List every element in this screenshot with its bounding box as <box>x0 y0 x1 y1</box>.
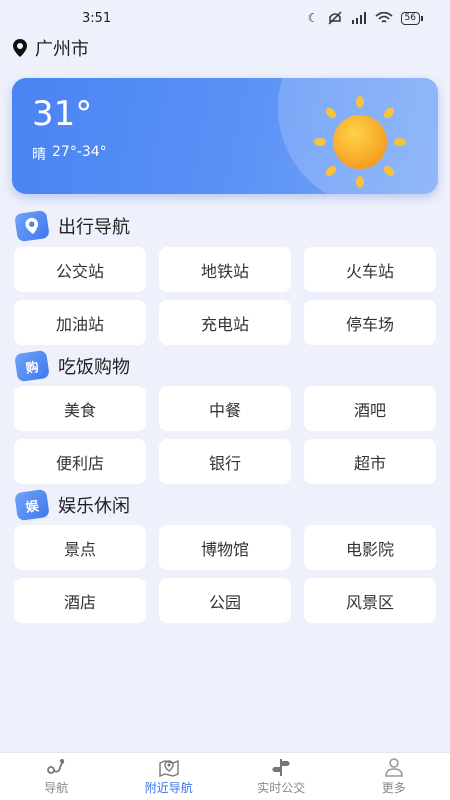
city-name: 广州市 <box>35 39 89 60</box>
section-travel-header: 出行导航 <box>14 209 130 243</box>
tab-label: 附近导航 <box>144 781 193 795</box>
category-bank[interactable]: 银行 <box>159 439 291 484</box>
map-location-icon <box>159 759 179 777</box>
category-train-station[interactable]: 火车站 <box>304 247 436 292</box>
entertainment-grid: 景点 博物馆 电影院 酒店 公园 风景区 <box>14 525 436 623</box>
category-subway-station[interactable]: 地铁站 <box>159 247 291 292</box>
location-pin-icon <box>13 39 27 57</box>
category-scenic-area[interactable]: 风景区 <box>304 578 436 623</box>
route-icon <box>47 759 65 774</box>
status-icons: ☾ 56 <box>307 11 424 25</box>
sun-icon <box>314 96 406 188</box>
bottom-tab-bar: 导航 附近导航 实时公交 更多 <box>0 752 450 800</box>
map-pin-glyph <box>25 217 38 235</box>
category-attractions[interactable]: 景点 <box>14 525 146 570</box>
travel-grid: 公交站 地铁站 火车站 加油站 充电站 停车场 <box>14 247 436 345</box>
battery-icon: 56 <box>400 11 424 25</box>
section-entertainment-header: 娱 娱乐休闲 <box>14 488 130 522</box>
category-hotel[interactable]: 酒店 <box>14 578 146 623</box>
wifi-icon <box>375 11 393 23</box>
shopping-badge-icon: 购 <box>14 349 50 383</box>
tab-more[interactable]: 更多 <box>349 757 439 796</box>
category-museum[interactable]: 博物馆 <box>159 525 291 570</box>
category-parking[interactable]: 停车场 <box>304 300 436 345</box>
tab-realtime-bus[interactable]: 实时公交 <box>236 757 326 796</box>
category-bus-stop[interactable]: 公交站 <box>14 247 146 292</box>
tab-label: 导航 <box>44 781 69 795</box>
tab-label: 更多 <box>381 781 406 795</box>
category-supermarket[interactable]: 超市 <box>304 439 436 484</box>
temperature-range: 27°-34° <box>52 144 107 160</box>
category-charging-station[interactable]: 充电站 <box>159 300 291 345</box>
weather-condition: 晴 27°-34° <box>32 144 107 164</box>
current-temperature: 31° <box>32 94 93 134</box>
category-bar[interactable]: 酒吧 <box>304 386 436 431</box>
weather-condition-text: 晴 <box>32 147 46 163</box>
category-park[interactable]: 公园 <box>159 578 291 623</box>
category-food[interactable]: 美食 <box>14 386 146 431</box>
status-time: 3:51 <box>82 10 112 26</box>
signal-icon <box>351 12 366 24</box>
map-pin-badge-icon <box>14 209 50 243</box>
tab-navigation[interactable]: 导航 <box>11 757 101 796</box>
tab-nearby[interactable]: 附近导航 <box>124 757 214 796</box>
weather-card[interactable]: 31° 晴 27°-34° <box>12 78 438 194</box>
section-title: 吃饭购物 <box>58 357 130 378</box>
section-food-shopping-header: 购 吃饭购物 <box>14 349 130 383</box>
moon-icon: ☾ <box>307 11 319 25</box>
food-shopping-grid: 美食 中餐 酒吧 便利店 银行 超市 <box>14 386 436 484</box>
signpost-icon <box>272 759 291 776</box>
section-title: 娱乐休闲 <box>58 496 130 517</box>
tab-label: 实时公交 <box>257 781 306 795</box>
category-convenience-store[interactable]: 便利店 <box>14 439 146 484</box>
category-chinese-food[interactable]: 中餐 <box>159 386 291 431</box>
mute-icon <box>328 11 342 25</box>
category-cinema[interactable]: 电影院 <box>304 525 436 570</box>
location-selector[interactable]: 广州市 <box>12 36 89 60</box>
status-bar: 3:51 ☾ 56 <box>0 0 450 36</box>
section-title: 出行导航 <box>58 217 130 238</box>
category-gas-station[interactable]: 加油站 <box>14 300 146 345</box>
user-icon <box>384 758 403 777</box>
entertainment-badge-icon: 娱 <box>14 488 50 522</box>
